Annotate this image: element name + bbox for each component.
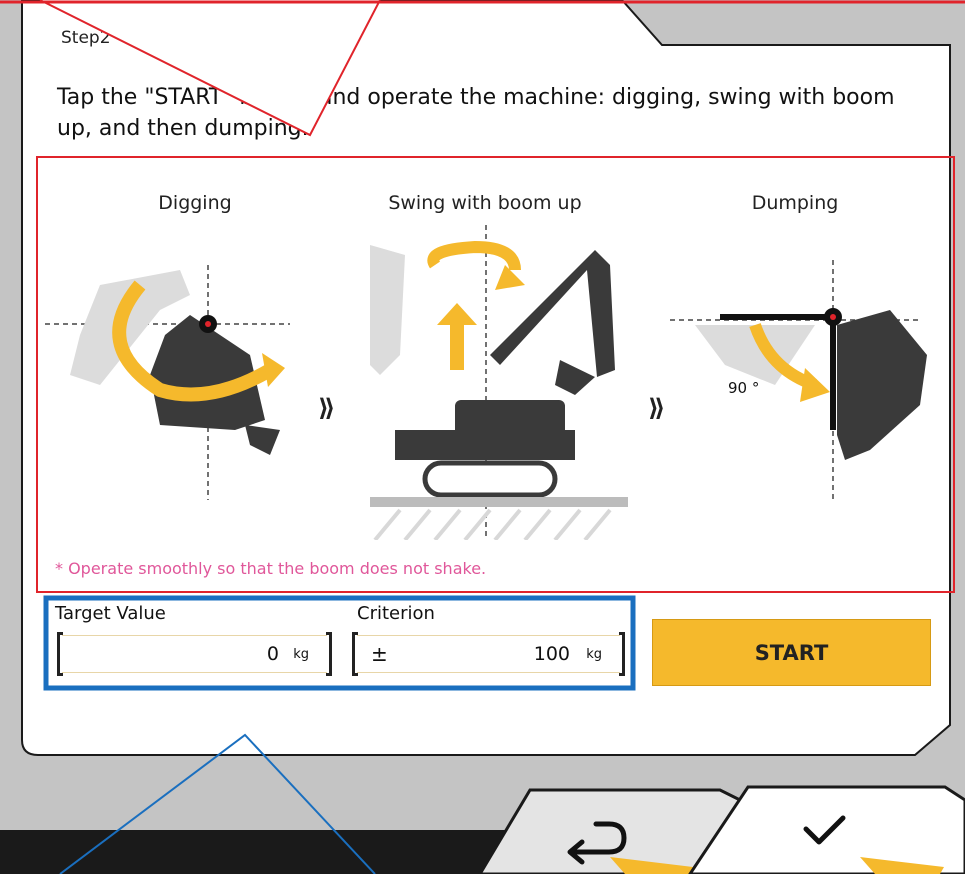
dumping-illustration — [670, 260, 927, 500]
target-value-unit: kg — [293, 647, 309, 662]
angle-label: 90 ° — [728, 379, 760, 397]
phase-heading-dumping: Dumping — [751, 192, 839, 214]
criterion-field[interactable]: ± 100 kg — [352, 632, 625, 676]
phase-heading-digging: Digging — [158, 192, 232, 214]
criterion-value: 100 — [533, 643, 570, 665]
target-value: 0 — [266, 643, 279, 665]
digging-illustration — [45, 265, 290, 500]
step-label: Step2 — [61, 28, 111, 48]
phase-heading-swing: Swing with boom up — [388, 192, 582, 214]
criterion-label: Criterion — [357, 603, 435, 624]
plus-minus-sign: ± — [371, 642, 388, 666]
chevron-right-icon: ⟫ — [318, 394, 336, 422]
criterion-unit: kg — [586, 647, 602, 662]
chevron-right-icon: ⟫ — [648, 394, 666, 422]
swing-illustration — [370, 225, 628, 540]
target-value-field[interactable]: 0 kg — [57, 632, 332, 676]
target-value-label: Target Value — [55, 603, 166, 624]
instruction-text: Tap the "START" button and operate the m… — [57, 85, 895, 141]
operate-note: * Operate smoothly so that the boom does… — [55, 559, 487, 578]
start-button[interactable]: START — [652, 619, 931, 686]
